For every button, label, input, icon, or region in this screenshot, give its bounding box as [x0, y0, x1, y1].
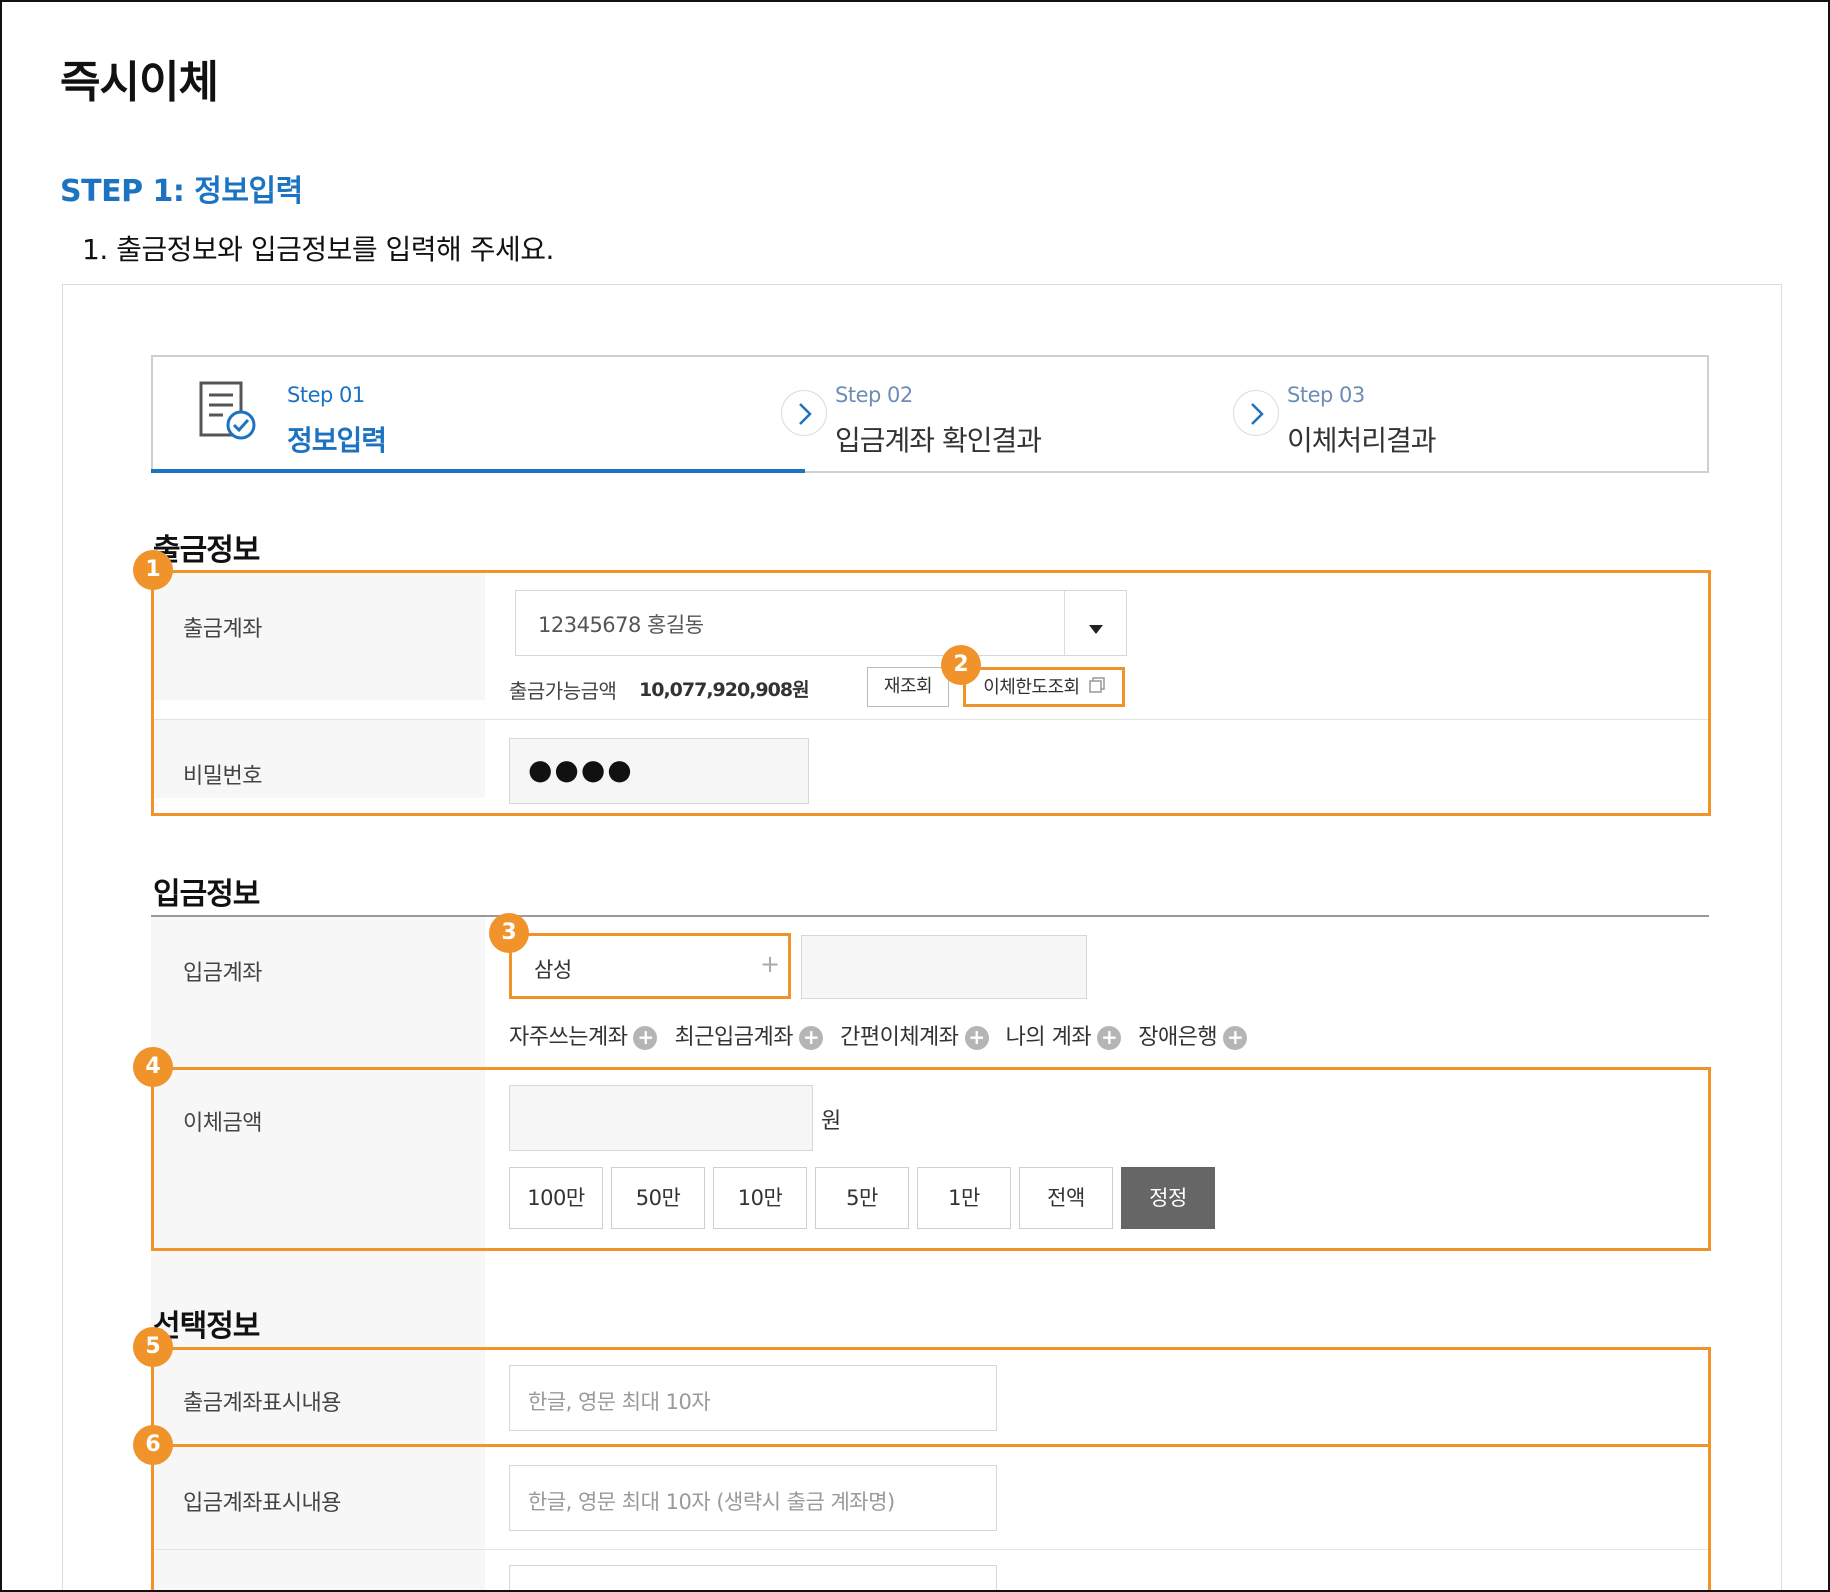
step-3: Step 03 이체처리결과	[1257, 357, 1707, 471]
page: 즉시이체 STEP 1: 정보입력 1. 출금정보와 입금정보를 입력해 주세요…	[0, 0, 1830, 1592]
shortcut-recent[interactable]: 최근입금계좌 +	[675, 1025, 823, 1050]
badge-1: 1	[133, 550, 173, 590]
badge-3: 3	[489, 913, 529, 953]
bank-select[interactable]: 삼성 +	[509, 933, 791, 999]
deposit-account-number-input[interactable]	[801, 935, 1087, 999]
plus-circle-icon: +	[1223, 1026, 1248, 1050]
badge-2: 2	[941, 645, 981, 685]
plus-circle-icon: +	[799, 1026, 823, 1050]
badge-4: 4	[133, 1047, 173, 1087]
highlight-box-6	[151, 1444, 1711, 1590]
transfer-screenshot: Step 01 정보입력 Step 02 입금계좌 확인결과 Step 03 이…	[62, 284, 1782, 1590]
step-3-name: 이체처리결과	[1287, 424, 1437, 457]
shortcut-simple[interactable]: 간편이체계좌 +	[840, 1025, 989, 1050]
highlight-box-4	[151, 1067, 1711, 1251]
step-2-name: 입금계좌 확인결과	[835, 424, 1042, 457]
deposit-account-label: 입금계좌	[183, 961, 262, 986]
instruction-text: 1. 출금정보와 입금정보를 입력해 주세요.	[82, 233, 554, 266]
step-3-label: Step 03	[1287, 383, 1365, 407]
step-heading: STEP 1: 정보입력	[60, 174, 303, 209]
step-2: Step 02 입금계좌 확인결과	[805, 357, 1257, 471]
step-1: Step 01 정보입력	[151, 357, 805, 473]
plus-circle-icon: +	[1097, 1026, 1122, 1050]
bank-select-value: 삼성	[534, 958, 572, 982]
shortcut-frequent[interactable]: 자주쓰는계좌 +	[509, 1025, 658, 1050]
plus-circle-icon: +	[964, 1026, 989, 1050]
badge-5: 5	[133, 1327, 173, 1367]
step-1-label: Step 01	[287, 383, 365, 407]
account-shortcuts: 자주쓰는계좌 + 최근입금계좌 + 간편이체계좌 + 나의 계좌 + 장애은행 +	[509, 1019, 1259, 1051]
highlight-box-1	[151, 570, 1711, 816]
shortcut-disabled-bank[interactable]: 장애은행 +	[1138, 1025, 1248, 1050]
shortcut-my-account[interactable]: 나의 계좌 +	[1006, 1025, 1122, 1050]
document-check-icon	[195, 379, 261, 449]
plus-circle-icon: +	[633, 1026, 658, 1050]
plus-icon: +	[760, 950, 780, 978]
step-1-name: 정보입력	[287, 424, 387, 457]
page-title: 즉시이체	[60, 57, 219, 108]
step-bar: Step 01 정보입력 Step 02 입금계좌 확인결과 Step 03 이…	[151, 355, 1709, 473]
badge-6: 6	[133, 1425, 173, 1465]
active-step-underline	[151, 469, 805, 473]
deposit-section-title: 입금정보	[153, 877, 260, 912]
highlight-box-5	[151, 1347, 1711, 1447]
step-2-label: Step 02	[835, 383, 913, 407]
